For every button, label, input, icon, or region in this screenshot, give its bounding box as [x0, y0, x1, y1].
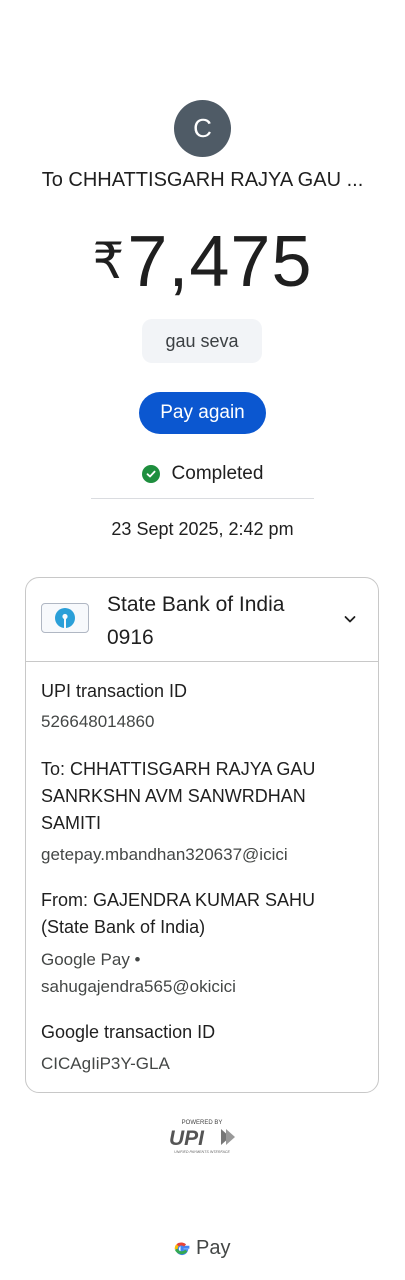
to-vpa: getepay.mbandhan320637@icici [41, 845, 288, 864]
from-vpa: sahugajendra565@okicici [41, 977, 236, 996]
from-name-line1: From: GAJENDRA KUMAR SAHU [41, 890, 316, 910]
sbi-logo-icon [41, 603, 89, 633]
divider [91, 498, 314, 499]
to-name-line2: SANRKSHN AVM SANWRDHAN [41, 786, 306, 806]
account-suffix: 0916 [107, 626, 154, 649]
to-name-line1: To: CHHATTISGARH RAJYA GAU [41, 759, 316, 779]
currency-symbol: ₹ [92, 233, 126, 289]
upi-logo: POWERED BY UPI UNIFIED PAYMENTS INTERFAC… [169, 1120, 235, 1154]
pay-again-button[interactable]: Pay again [139, 392, 266, 434]
recipient-title: To CHHATTISGARH RAJYA GAU ... [41, 169, 364, 191]
bank-account-row[interactable]: State Bank of India 0916 [26, 578, 378, 662]
recipient-avatar: C [174, 100, 231, 157]
bank-name: State Bank of India [107, 593, 285, 616]
to-name-line3: SAMITI [41, 813, 102, 833]
payment-note: gau seva [142, 319, 262, 363]
google-pay-logo: Pay [172, 1237, 230, 1260]
transaction-details-card: State Bank of India 0916 UPI transaction… [25, 577, 379, 1093]
upi-tagline: UNIFIED PAYMENTS INTERFACE [174, 1150, 230, 1154]
google-transaction-id-label: Google transaction ID [41, 1022, 216, 1042]
google-g-icon [174, 1242, 190, 1255]
status-label: Completed [171, 463, 264, 484]
avatar-initial: C [193, 113, 212, 143]
from-name-line2: (State Bank of India) [41, 917, 206, 937]
google-transaction-id-value: CICAgIiP3Y-GLA [41, 1054, 170, 1073]
bank-account-info: State Bank of India 0916 [107, 588, 284, 654]
transaction-datetime: 23 Sept 2025, 2:42 pm [111, 519, 294, 539]
upi-transaction-id-value: 526648014860 [41, 712, 155, 731]
from-app: Google Pay • [41, 950, 141, 969]
upi-transaction-id-label: UPI transaction ID [41, 681, 188, 701]
amount-value: 7,475 [127, 222, 313, 302]
chevron-down-icon[interactable] [342, 611, 358, 627]
upi-powered-by: POWERED BY [182, 1120, 223, 1126]
gpay-label: Pay [196, 1237, 231, 1259]
status-row: Completed [0, 463, 405, 485]
check-circle-icon [141, 465, 160, 483]
payment-amount: ₹7,475 [0, 220, 405, 303]
upi-text: UPI [169, 1127, 205, 1150]
